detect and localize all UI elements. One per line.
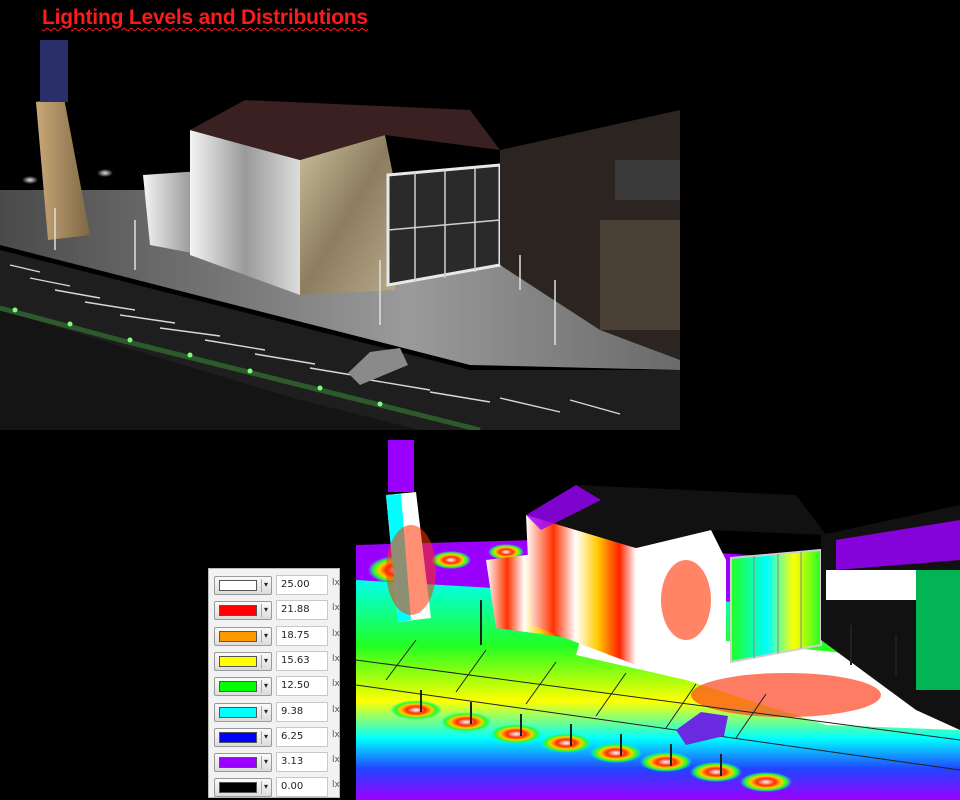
chevron-down-icon: ▾ — [263, 782, 268, 792]
legend-row: ▾ 9.38 lx — [212, 700, 340, 724]
legend-row: ▾ 3.13 lx — [212, 750, 340, 774]
legend-row: ▾ 0.00 lx — [212, 775, 340, 799]
legend-row: ▾ 15.63 lx — [212, 649, 340, 673]
chevron-down-icon: ▾ — [263, 605, 268, 615]
color-picker-button[interactable]: ▾ — [214, 626, 272, 646]
color-swatch — [219, 655, 257, 667]
level-value-input[interactable]: 6.25 — [276, 726, 328, 747]
legend-row: ▾ 21.88 lx — [212, 598, 340, 622]
chevron-down-icon: ▾ — [263, 731, 268, 741]
level-value-input[interactable]: 3.13 — [276, 752, 328, 773]
level-value-input[interactable]: 0.00 — [276, 777, 328, 798]
color-picker-button[interactable]: ▾ — [214, 702, 272, 722]
color-swatch — [219, 605, 257, 617]
false-color-render-image — [356, 440, 960, 800]
color-picker-button[interactable]: ▾ — [214, 727, 272, 747]
chevron-down-icon: ▾ — [263, 681, 268, 691]
unit-label: lx — [332, 679, 340, 690]
unit-label: lx — [332, 628, 340, 639]
color-swatch — [219, 757, 257, 769]
color-picker-button[interactable]: ▾ — [214, 576, 272, 595]
legend-row: ▾ 12.50 lx — [212, 674, 340, 698]
color-swatch — [219, 681, 257, 693]
color-swatch — [219, 706, 257, 718]
unit-label: lx — [332, 704, 340, 715]
chevron-down-icon: ▾ — [263, 757, 268, 767]
color-swatch — [219, 731, 257, 743]
color-swatch — [219, 630, 257, 642]
legend-row: ▾ 18.75 lx — [212, 624, 340, 648]
color-picker-button[interactable]: ▾ — [214, 753, 272, 773]
unit-label: lx — [332, 653, 340, 664]
level-value-input[interactable]: 12.50 — [276, 676, 328, 697]
chevron-down-icon: ▾ — [263, 655, 268, 665]
color-swatch — [219, 782, 257, 794]
illuminance-legend: ▾ 25.00 lx ▾ 21.88 lx ▾ 18.75 lx ▾ 15.63 lx ▾ 12.50 lx… — [208, 568, 340, 798]
color-picker-button[interactable]: ▾ — [214, 677, 272, 697]
legend-row: ▾ 25.00 lx — [212, 573, 340, 597]
chevron-down-icon: ▾ — [263, 630, 268, 640]
unit-label: lx — [332, 578, 340, 588]
level-value-input[interactable]: 25.00 — [276, 575, 328, 595]
color-picker-button[interactable]: ▾ — [214, 651, 272, 671]
unit-label: lx — [332, 780, 340, 791]
legend-row: ▾ 6.25 lx — [212, 725, 340, 749]
chevron-down-icon: ▾ — [263, 706, 268, 716]
color-picker-button[interactable]: ▾ — [214, 778, 272, 798]
color-picker-button[interactable]: ▾ — [214, 601, 272, 621]
unit-label: lx — [332, 603, 340, 614]
chevron-down-icon: ▾ — [263, 580, 268, 589]
unit-label: lx — [332, 729, 340, 740]
level-value-input[interactable]: 18.75 — [276, 625, 328, 646]
unit-label: lx — [332, 755, 340, 766]
level-value-input[interactable]: 15.63 — [276, 650, 328, 671]
color-swatch — [219, 580, 257, 591]
level-value-input[interactable]: 9.38 — [276, 701, 328, 722]
level-value-input[interactable]: 21.88 — [276, 600, 328, 621]
page-title: Lighting Levels and Distributions — [42, 6, 368, 29]
night-render-image — [0, 40, 680, 430]
